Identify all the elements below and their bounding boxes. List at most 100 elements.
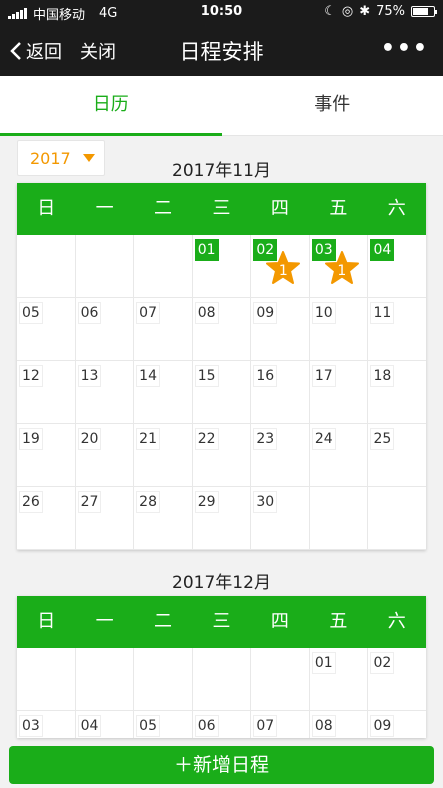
day-number: 01 <box>311 652 336 674</box>
weekday-label: 一 <box>95 611 114 632</box>
day-cell[interactable]: 06 <box>76 298 135 360</box>
day-number: 22 <box>194 428 219 450</box>
day-cell[interactable]: 17 <box>310 361 369 423</box>
day-cell[interactable]: 04 <box>76 711 135 738</box>
month-title: 2017年12月 <box>172 573 271 593</box>
day-cell[interactable]: 11 <box>368 298 426 360</box>
day-number: 10 <box>311 302 336 324</box>
day-cell[interactable]: 25 <box>368 424 426 486</box>
day-number: 03 <box>19 715 43 737</box>
week-row: 05 06 07 08 09 10 11 <box>17 298 426 361</box>
day-number: 01 <box>194 239 219 261</box>
day-cell[interactable]: 01 <box>193 235 252 297</box>
day-number: 06 <box>194 715 219 737</box>
status-bar: 中国移动 4G 10:50 ☾ ◎ ✱ 75% <box>0 0 443 24</box>
day-cell <box>76 235 135 297</box>
day-cell[interactable]: 03 1 <box>310 235 369 297</box>
battery-icon <box>411 6 437 17</box>
day-cell[interactable]: 07 <box>134 298 193 360</box>
day-number: 23 <box>253 428 278 450</box>
day-cell[interactable]: 05 <box>134 711 193 738</box>
day-number: 20 <box>77 428 102 450</box>
week-row: 03 04 05 06 07 08 09 <box>17 711 426 738</box>
weekday-header: 日一二三四五六 <box>17 596 426 648</box>
day-cell[interactable]: 28 <box>134 487 193 549</box>
weekday-label: 日 <box>37 611 56 632</box>
weekday-label: 一 <box>95 198 114 219</box>
week-row: 01 02 1 03 1 04 <box>17 235 426 298</box>
day-number: 08 <box>194 302 219 324</box>
day-number: 30 <box>253 491 278 513</box>
add-schedule-button[interactable]: ＋新增日程 <box>9 746 434 784</box>
day-cell <box>368 487 426 549</box>
day-number: 21 <box>136 428 160 450</box>
day-number: 04 <box>370 239 395 261</box>
week-row: 26 27 28 29 30 <box>17 487 426 550</box>
tab-calendar[interactable]: 日历 <box>0 76 222 136</box>
day-number: 09 <box>370 715 395 737</box>
event-star-icon[interactable]: 1 <box>324 251 360 285</box>
day-cell[interactable]: 19 <box>17 424 76 486</box>
day-cell[interactable]: 13 <box>76 361 135 423</box>
event-count: 1 <box>337 263 347 279</box>
month-calendar: 日一二三四五六 01 02 1 03 1 04 05 06 07 08 09 10 11 12 13 14 15 1… <box>17 183 426 550</box>
day-cell <box>251 648 310 710</box>
day-number: 05 <box>136 715 160 737</box>
weekday-label: 三 <box>212 611 231 632</box>
day-cell[interactable]: 07 <box>251 711 310 738</box>
bluetooth-icon: ✱ <box>359 4 371 19</box>
day-cell[interactable]: 29 <box>193 487 252 549</box>
weekday-label: 三 <box>212 198 231 219</box>
day-cell[interactable]: 26 <box>17 487 76 549</box>
weekday-label: 六 <box>387 611 406 632</box>
day-number: 02 <box>370 652 395 674</box>
day-cell[interactable]: 09 <box>251 298 310 360</box>
day-cell[interactable]: 01 <box>310 648 369 710</box>
day-number: 05 <box>19 302 43 324</box>
day-number: 25 <box>370 428 395 450</box>
day-number: 14 <box>136 365 160 387</box>
day-number: 11 <box>370 302 395 324</box>
page-title: 日程安排 <box>179 40 264 64</box>
day-cell[interactable]: 06 <box>193 711 252 738</box>
day-number: 06 <box>77 302 102 324</box>
battery-percent: 75% <box>376 4 405 19</box>
day-cell[interactable]: 10 <box>310 298 369 360</box>
day-cell[interactable]: 27 <box>76 487 135 549</box>
month-calendar: 日 一 二 三 四 五 六 01 02 03 04 05 06 07 08 09 <box>17 596 426 738</box>
day-cell[interactable]: 20 <box>76 424 135 486</box>
day-cell[interactable]: 18 <box>368 361 426 423</box>
day-cell[interactable]: 08 <box>193 298 252 360</box>
weekday-label: 四 <box>270 198 289 219</box>
day-cell[interactable]: 30 <box>251 487 310 549</box>
day-number: 13 <box>77 365 102 387</box>
day-cell[interactable]: 02 <box>368 648 426 710</box>
day-cell[interactable]: 22 <box>193 424 252 486</box>
day-number: 07 <box>136 302 160 324</box>
more-icon[interactable]: ••• <box>381 36 429 61</box>
day-cell[interactable]: 16 <box>251 361 310 423</box>
day-cell[interactable]: 14 <box>134 361 193 423</box>
day-cell <box>17 235 76 297</box>
day-cell[interactable]: 04 <box>368 235 426 297</box>
weekday-label: 二 <box>154 611 173 632</box>
day-cell[interactable]: 15 <box>193 361 252 423</box>
day-cell[interactable]: 03 <box>17 711 76 738</box>
day-cell[interactable]: 21 <box>134 424 193 486</box>
tab-events[interactable]: 事件 <box>222 76 443 135</box>
week-row: 19 20 21 22 23 24 25 <box>17 424 426 487</box>
day-cell[interactable]: 23 <box>251 424 310 486</box>
day-cell[interactable]: 02 1 <box>251 235 310 297</box>
week-row: 01 02 <box>17 648 426 711</box>
day-cell[interactable]: 09 <box>368 711 426 738</box>
day-number: 24 <box>311 428 336 450</box>
day-number: 28 <box>136 491 160 513</box>
day-number: 07 <box>253 715 278 737</box>
day-cell[interactable]: 08 <box>310 711 369 738</box>
day-cell[interactable]: 05 <box>17 298 76 360</box>
day-number: 19 <box>19 428 43 450</box>
day-cell[interactable]: 12 <box>17 361 76 423</box>
event-star-icon[interactable]: 1 <box>265 251 301 285</box>
day-cell[interactable]: 24 <box>310 424 369 486</box>
moon-icon: ☾ <box>324 4 336 19</box>
